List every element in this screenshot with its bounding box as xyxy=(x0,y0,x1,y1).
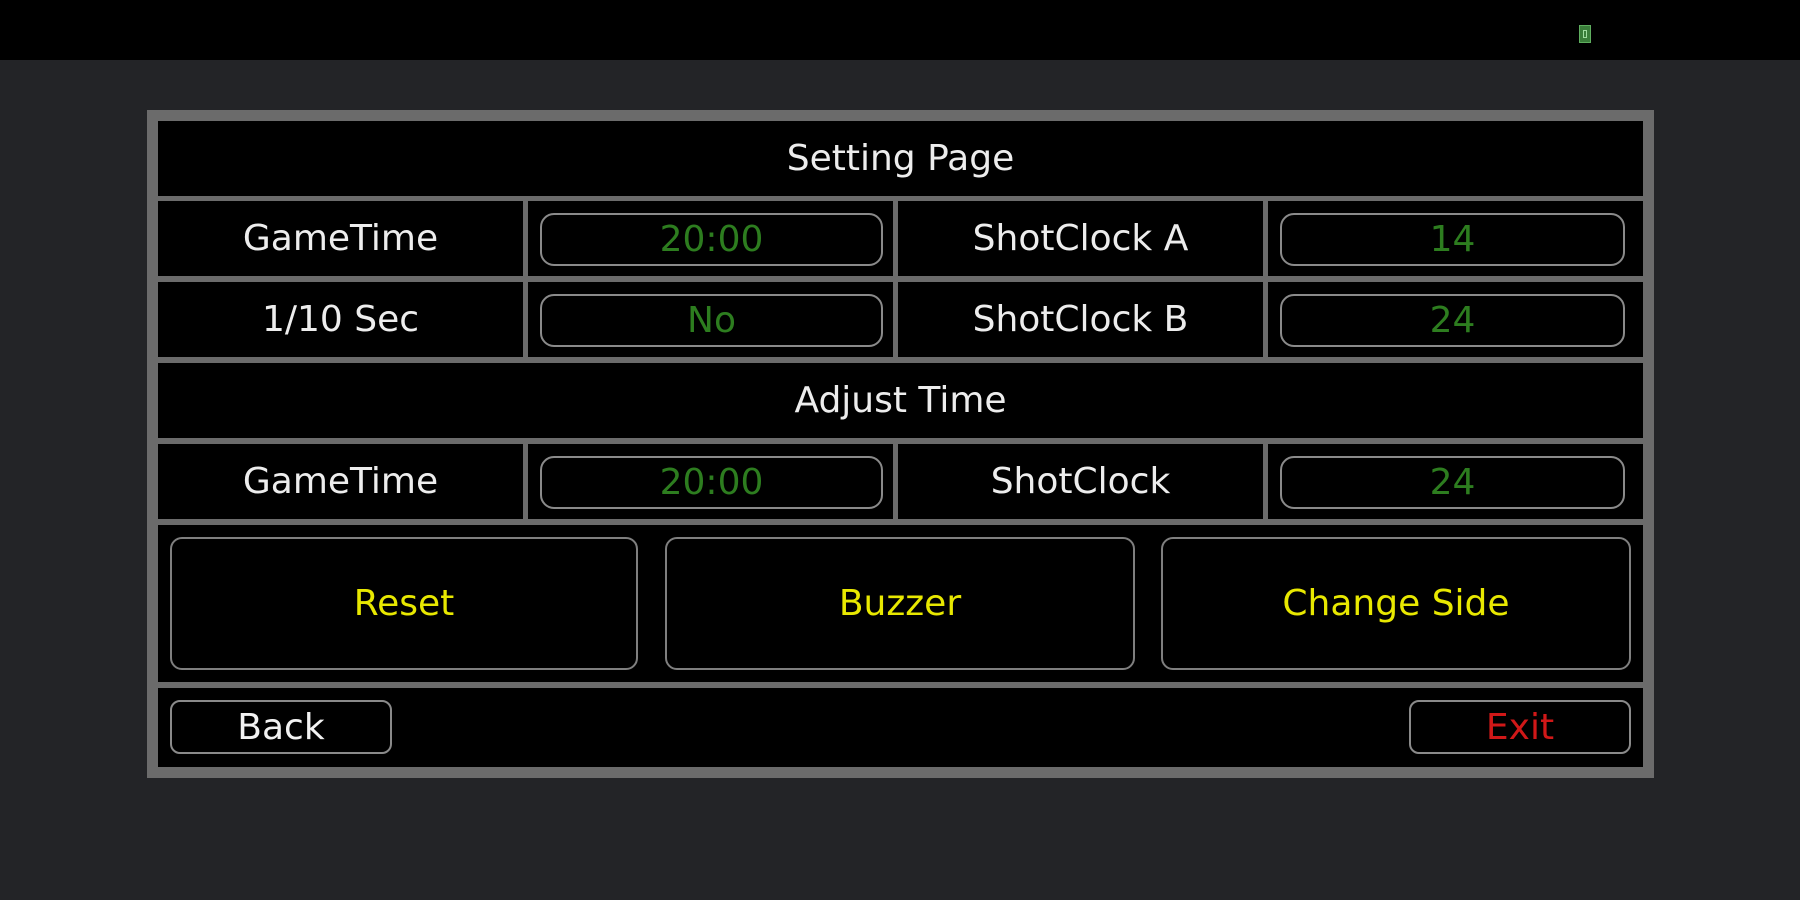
reset-button[interactable]: Reset xyxy=(170,537,638,670)
adjust-time-title: Adjust Time xyxy=(158,363,1643,438)
change-side-button[interactable]: Change Side xyxy=(1161,537,1631,670)
settings-panel: Setting Page GameTime 20:00 ShotClock A … xyxy=(147,110,1654,778)
tenth-sec-label: 1/10 Sec xyxy=(158,282,523,357)
nav-row: Back Exit xyxy=(158,688,1643,767)
status-bar xyxy=(0,0,1800,60)
actions-row: Reset Buzzer Change Side xyxy=(158,525,1643,682)
tenth-sec-cell: No xyxy=(528,282,893,357)
back-button[interactable]: Back xyxy=(170,700,392,754)
battery-icon xyxy=(1579,25,1591,43)
game-time-label: GameTime xyxy=(158,201,523,276)
buzzer-button[interactable]: Buzzer xyxy=(665,537,1135,670)
adjust-shot-clock-cell: 24 xyxy=(1268,444,1643,519)
game-time-input[interactable]: 20:00 xyxy=(540,213,883,266)
adjust-shot-clock-input[interactable]: 24 xyxy=(1280,456,1625,509)
shot-clock-a-label: ShotClock A xyxy=(898,201,1263,276)
shot-clock-a-cell: 14 xyxy=(1268,201,1643,276)
game-time-cell: 20:00 xyxy=(528,201,893,276)
adjust-game-time-input[interactable]: 20:00 xyxy=(540,456,883,509)
shot-clock-b-cell: 24 xyxy=(1268,282,1643,357)
shot-clock-a-input[interactable]: 14 xyxy=(1280,213,1625,266)
page-title: Setting Page xyxy=(158,121,1643,196)
adjust-game-time-label: GameTime xyxy=(158,444,523,519)
adjust-shot-clock-label: ShotClock xyxy=(898,444,1263,519)
exit-button[interactable]: Exit xyxy=(1409,700,1631,754)
tenth-sec-toggle[interactable]: No xyxy=(540,294,883,347)
shot-clock-b-label: ShotClock B xyxy=(898,282,1263,357)
shot-clock-b-input[interactable]: 24 xyxy=(1280,294,1625,347)
adjust-game-time-cell: 20:00 xyxy=(528,444,893,519)
